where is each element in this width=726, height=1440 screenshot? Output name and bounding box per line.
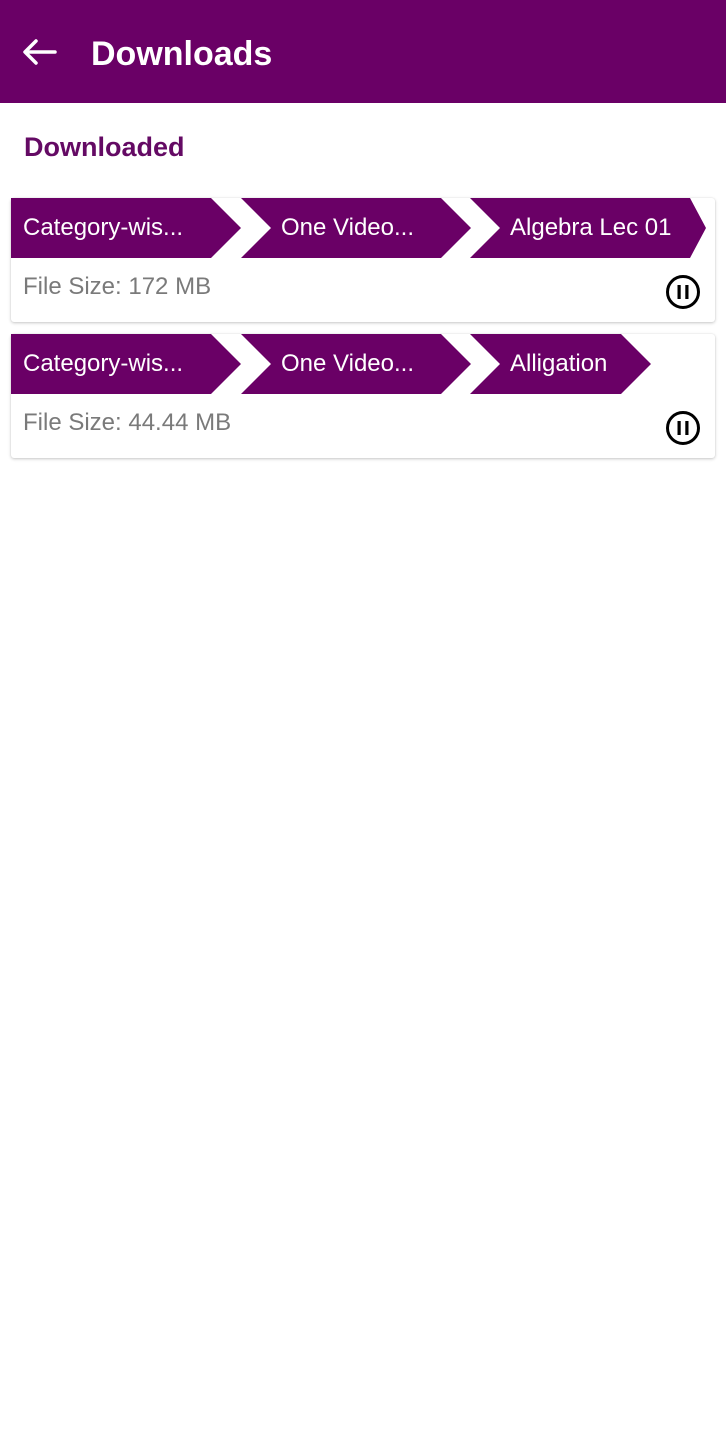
breadcrumb-item-video[interactable]: Alligation — [470, 334, 651, 394]
breadcrumb: Category-wis... One Video... Algebra Lec… — [11, 198, 715, 258]
breadcrumb-item-video[interactable]: Algebra Lec 01 — [470, 198, 706, 258]
file-size-label: File Size: 44.44 MB — [23, 409, 232, 436]
download-card[interactable]: Category-wis... One Video... Alligation … — [11, 334, 715, 458]
arrow-left-icon — [23, 39, 57, 65]
file-size-label: File Size: 172 MB — [23, 273, 212, 300]
section-title: Downloaded — [24, 132, 185, 162]
breadcrumb: Category-wis... One Video... Alligation — [11, 334, 715, 394]
download-card[interactable]: Category-wis... One Video... Algebra Lec… — [11, 198, 715, 322]
page-title: Downloads — [91, 35, 273, 73]
app-bar: Downloads — [0, 0, 726, 103]
pause-button[interactable] — [665, 410, 701, 446]
breadcrumb-item-category[interactable]: Category-wis... — [11, 334, 241, 394]
back-button[interactable] — [18, 26, 62, 78]
pause-button[interactable] — [665, 274, 701, 310]
breadcrumb-item-course[interactable]: One Video... — [241, 198, 471, 258]
breadcrumb-item-category[interactable]: Category-wis... — [11, 198, 241, 258]
breadcrumb-item-course[interactable]: One Video... — [241, 334, 471, 394]
pause-circle-icon — [666, 275, 700, 309]
downloads-list: Category-wis... One Video... Algebra Lec… — [11, 198, 715, 470]
pause-circle-icon — [666, 411, 700, 445]
